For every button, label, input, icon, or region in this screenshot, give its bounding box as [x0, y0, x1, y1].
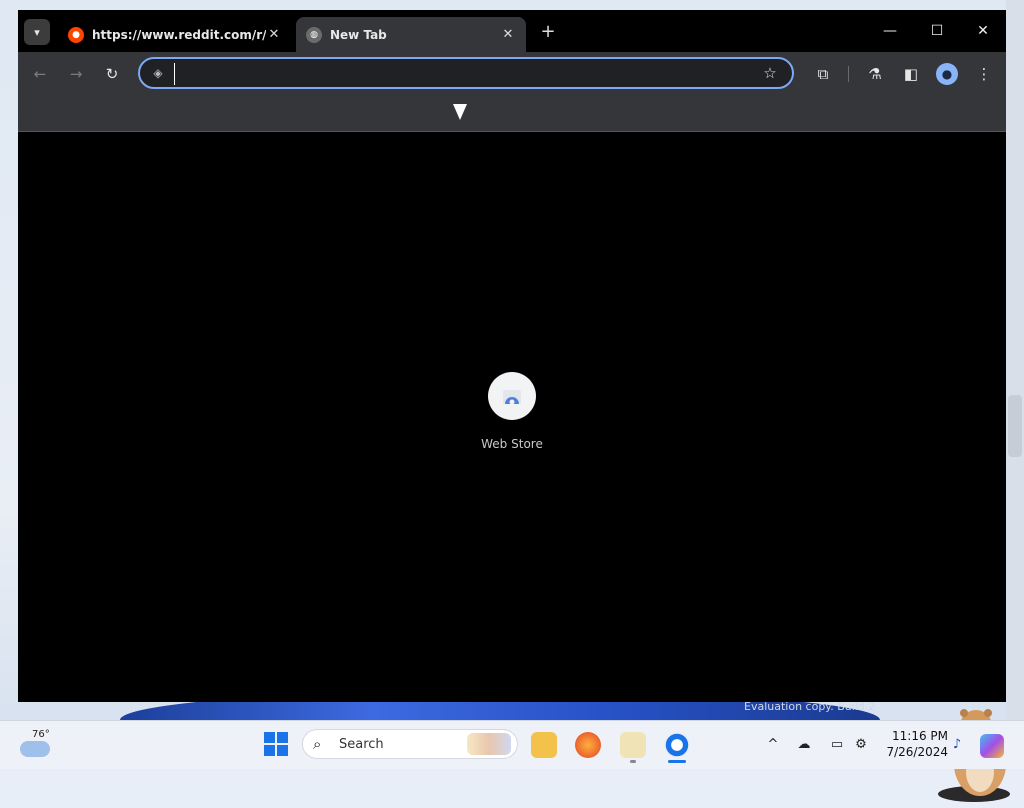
shortcut-web-store[interactable]: Web Store — [468, 372, 556, 451]
reload-icon: ↻ — [105, 65, 119, 83]
weather-widget[interactable]: 76° — [16, 729, 60, 761]
copilot-icon[interactable] — [980, 734, 1004, 758]
address-input[interactable] — [174, 63, 761, 85]
search-label: Search — [339, 737, 384, 752]
profile-button[interactable]: ● — [936, 63, 958, 85]
scroll-knob[interactable] — [1008, 395, 1022, 457]
arrow-right-icon: → — [69, 65, 83, 83]
clock-time: 11:16 PM — [892, 729, 948, 743]
clock-date: 7/26/2024 — [886, 745, 948, 759]
windows-icon — [264, 732, 288, 756]
address-bar[interactable]: ◈ ☆ — [138, 57, 794, 89]
site-info-icon[interactable]: ◈ — [150, 65, 166, 81]
tab-reddit[interactable]: ● https://www.reddit.com/r/youtube ✕ — [58, 17, 292, 52]
chrome-active-indicator — [668, 760, 686, 763]
new-tab-button[interactable]: + — [538, 22, 558, 42]
firefox-icon[interactable] — [575, 732, 601, 758]
back-button[interactable]: ← — [29, 63, 51, 85]
notification-bell-icon[interactable]: ♪ — [948, 736, 966, 754]
globe-icon: ◍ — [306, 26, 322, 43]
start-button[interactable] — [264, 732, 288, 760]
bookmarks-bar — [18, 96, 1006, 132]
search-icon: ⌕ — [313, 735, 322, 753]
tab-label: New Tab — [330, 27, 387, 42]
taskbar-clock[interactable]: 11:16 PM 7/26/2024 — [880, 728, 948, 760]
close-icon: ✕ — [977, 23, 989, 39]
cloud-icon — [20, 741, 50, 757]
tab-strip: ▾ ● https://www.reddit.com/r/youtube ✕ ◍… — [18, 10, 1006, 52]
weather-temp: 76° — [32, 729, 50, 740]
app-running-indicator — [630, 760, 636, 763]
web-store-icon — [488, 372, 536, 420]
toolbar: ← → ↻ ◈ ☆ ⧉ ⚗ ◧ ● ⋮ — [18, 52, 1006, 96]
new-tab-page: Web Store — [18, 132, 1010, 802]
tab-search-button[interactable]: ▾ — [24, 19, 50, 45]
reload-button[interactable]: ↻ — [101, 63, 123, 85]
person-icon: ● — [941, 67, 953, 81]
mouse-cursor — [453, 104, 467, 120]
kebab-menu-icon: ⋮ — [976, 65, 992, 83]
bookmark-star-icon[interactable]: ☆ — [760, 63, 780, 83]
chevron-up-icon[interactable]: ^ — [764, 736, 782, 754]
maximize-button[interactable]: ☐ — [914, 20, 960, 42]
minimize-button[interactable]: — — [867, 20, 913, 42]
file-explorer-icon[interactable] — [531, 732, 557, 758]
close-icon[interactable]: ✕ — [266, 27, 282, 42]
flask-icon: ⚗ — [868, 65, 882, 83]
taskbar-search[interactable]: ⌕ Search — [302, 729, 518, 759]
search-highlight-image — [467, 733, 511, 755]
cloud-offline-icon[interactable]: ☁ — [795, 736, 813, 754]
menu-button[interactable]: ⋮ — [973, 63, 995, 85]
puzzle-icon: ⧉ — [817, 65, 829, 83]
reddit-icon: ● — [68, 26, 84, 43]
app-icon[interactable] — [620, 732, 646, 758]
evaluation-watermark: Evaluation copy. Build 2 — [744, 700, 876, 713]
background-window-edge — [1006, 0, 1024, 720]
labs-button[interactable]: ⚗ — [864, 63, 886, 85]
plus-icon: + — [540, 21, 556, 42]
forward-button[interactable]: → — [65, 63, 87, 85]
close-window-button[interactable]: ✕ — [960, 20, 1006, 42]
tab-new-tab[interactable]: ◍ New Tab ✕ — [296, 17, 526, 52]
minimize-icon: — — [883, 23, 897, 39]
side-panel-icon: ◧ — [903, 65, 919, 83]
chrome-icon[interactable] — [664, 732, 690, 758]
maximize-icon: ☐ — [930, 23, 944, 39]
chevron-down-icon: ▾ — [34, 25, 40, 39]
arrow-left-icon: ← — [33, 65, 47, 83]
extensions-button[interactable]: ⧉ — [812, 63, 834, 85]
browser-window: ▾ ● https://www.reddit.com/r/youtube ✕ ◍… — [18, 10, 1010, 802]
shortcut-label: Web Store — [481, 437, 543, 451]
tab-label: https://www.reddit.com/r/youtube — [92, 27, 266, 42]
close-icon[interactable]: ✕ — [500, 27, 516, 42]
network-icon[interactable]: ⚙ — [852, 736, 870, 754]
side-panel-button[interactable]: ◧ — [900, 63, 922, 85]
toolbar-divider — [848, 66, 849, 82]
display-icon[interactable]: ▭ — [828, 736, 846, 754]
